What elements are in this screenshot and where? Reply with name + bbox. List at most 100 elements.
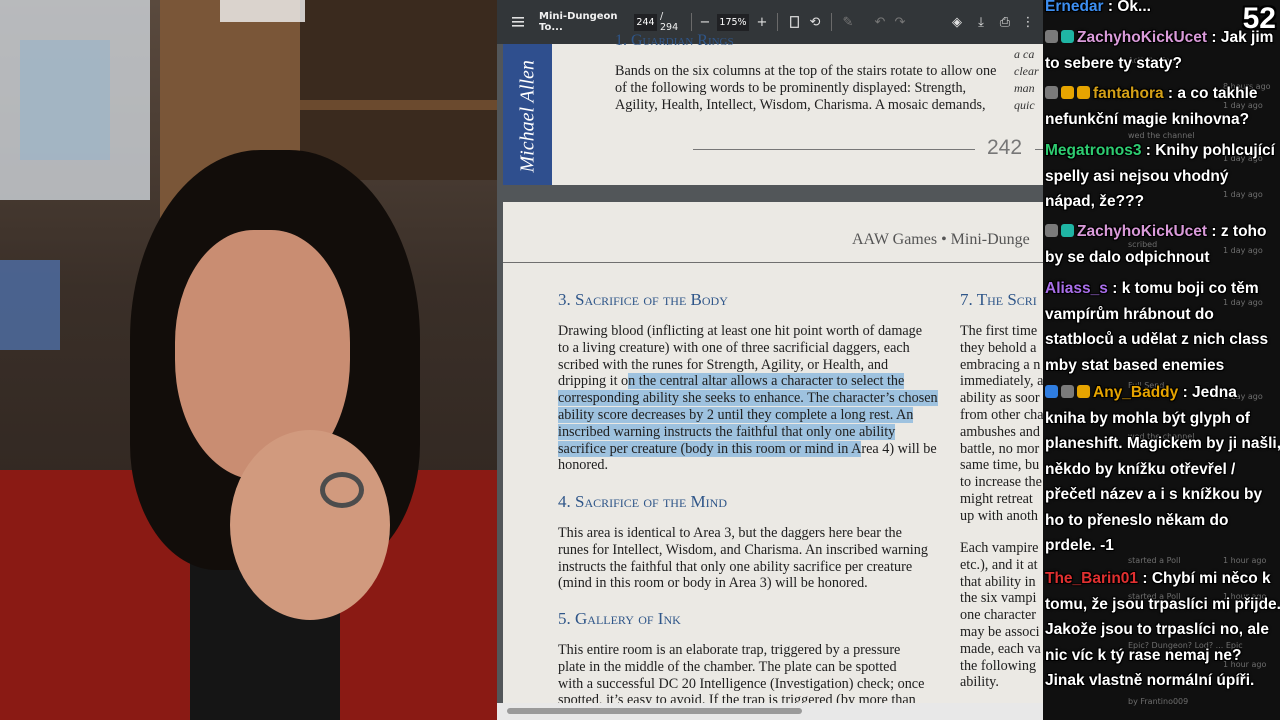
text-line: scribed with the runes for Strength, Agi… [558,357,948,374]
rotate-icon[interactable]: ⟲ [807,0,823,44]
section-1-text: Bands on the six columns at the top of t… [615,63,997,113]
webcam-feed [0,0,497,720]
shelf-board [300,100,497,110]
section-heading-7: 7. The Scri [960,290,1037,309]
page-number-input[interactable]: 244 [634,14,657,31]
text-line: etc.), and it at [960,556,1038,573]
author-band: Michael Allen [503,44,552,185]
chat-username[interactable]: The_Barin01 [1045,570,1138,587]
more-icon[interactable]: ⋮ [1021,0,1035,44]
pdf-page-242: Michael Allen 1. Guardian Rings Bands on… [503,32,1043,185]
chat-message: ZachyhoKickUcet : Jak jim to sebere ty s… [1045,25,1280,76]
running-header: AAW Games • Mini-Dunge [852,231,1030,248]
text-line: ambushes and [960,423,1040,440]
page-number: 242 [987,136,1023,159]
pdf-viewer: Mini-Dungeon To... 244 / 294 − 175% + ⟲ … [497,0,1043,720]
text-line: runes for Intellect, Wisdom, and Charism… [558,541,928,558]
chat-message: Ernedar : Ok... [1045,0,1280,20]
chat-message: ZachyhoKickUcet : z toho by se dalo odpi… [1045,219,1280,270]
sidebar-icon[interactable]: ◈ [949,0,965,44]
selected-text[interactable]: sacrifice per creature (body in this roo… [558,440,862,457]
section-heading-3: 3. Sacrifice of the Body [558,290,728,309]
right-column-fragment: a ca clear man quic [1014,47,1039,112]
footer-rule [693,149,975,150]
chat-username[interactable]: Aliass_s [1045,280,1108,297]
text-line: up with anoth [960,507,1039,524]
menu-icon[interactable] [509,0,527,44]
chat-username[interactable]: Ernedar [1045,0,1104,15]
chat-username[interactable]: ZachyhoKickUcet [1077,223,1207,240]
wall-figure [0,260,60,350]
text-line: This area is identical to Area 3, but th… [558,525,902,541]
horizontal-scrollbar[interactable] [497,703,1043,720]
text-line: one character [960,607,1037,624]
section-heading-1: 1. Guardian Rings [615,32,734,49]
redo-icon[interactable]: ↷ [893,0,907,44]
chat-username[interactable]: Megatronos3 [1045,142,1141,159]
text-line: ability as soor [960,390,1040,407]
text-span: Drawing blood (inflicting at least one h… [558,323,923,339]
text-line: the following [960,657,1037,674]
zoom-in-icon[interactable]: + [755,0,769,44]
text-line: ability. [960,674,999,691]
text-line: sacrifice per creature (body in this roo… [558,440,948,458]
selected-text[interactable]: inscribed warning instructs the faithful… [558,423,896,440]
text-span: to a living creature) with one of three … [558,339,910,356]
chat-username[interactable]: Any_Baddy [1093,384,1178,401]
text-line: to a living creature) with one of three … [558,340,948,357]
badge-icon [1061,224,1074,237]
text-line: The first time [960,323,1038,339]
section-4-text: This area is identical to Area 3, but th… [558,525,948,592]
text-line: may be associ [960,623,1040,640]
section-7-text: The first time they behold a embracing a n… [960,323,1043,525]
chat-text: : Ok... [1103,0,1151,15]
badge-icon [1045,385,1058,398]
text-line: immediately, a [960,373,1043,390]
text-line: plate in the middle of the chamber. The … [558,658,897,675]
section-heading-4: 4. Sacrifice of the Mind [558,492,727,511]
section-5-text: This entire room is an elaborate trap, t… [558,642,948,709]
download-icon[interactable]: ⤓ [973,0,989,44]
text-line: to increase the [960,474,1042,491]
text-line: the six vampi [960,590,1037,607]
text-line: Drawing blood (inflicting at least one h… [558,323,948,340]
zoom-input[interactable]: 175% [717,14,749,31]
text-line: made, each va [960,640,1041,657]
wall-poster-art [20,40,110,160]
chat-message: Aliass_s : k tomu boji co těm vampírům h… [1045,276,1280,378]
text-line: might retreat [960,490,1033,507]
selected-text[interactable]: ability score decreases by 2 until they … [558,406,914,423]
activity-feed-entry: by Frantino009 [1128,697,1189,706]
bookshelf [300,0,497,180]
pdf-page-244: AAW Games • Mini-Dunge 3. Sacrifice of t… [503,202,1043,720]
pdf-toolbar: Mini-Dungeon To... 244 / 294 − 175% + ⟲ … [497,0,1043,44]
text-line: corresponding ability she seeks to enhan… [558,390,948,407]
chat-username[interactable]: fantahora [1093,85,1164,102]
section-heading-5: 5. Gallery of Ink [558,609,681,628]
badge-icon [1061,86,1074,99]
fit-page-icon[interactable] [787,0,801,44]
print-icon[interactable]: ⎙ [997,0,1013,44]
chat-text: : Jedna kniha by mohla být glyph of plan… [1045,384,1280,554]
document-title: Mini-Dungeon To... [539,11,618,33]
text-line: from other cha [960,406,1043,423]
chat-message: Megatronos3 : Knihy pohlcující spelly as… [1045,138,1280,215]
selected-text[interactable]: corresponding ability she seeks to enhan… [558,390,938,407]
chat-text: : Chybí mi něco k tomu, že jsou trpaslíc… [1045,570,1280,689]
text-line: dripping it on the central altar allows … [558,373,948,390]
text-line: inscribed warning instructs the faithful… [558,423,948,441]
scrollbar-thumb[interactable] [507,708,802,714]
text-line: honored. [558,457,948,474]
author-name: Michael Allen [516,60,539,173]
draw-icon[interactable]: ✎ [841,0,855,44]
badge-icon [1061,30,1074,43]
text-line: with a successful DC 20 Intelligence (In… [558,675,925,692]
badge-icon [1045,224,1058,237]
text-line: instructs the faithful that only one abi… [558,558,913,575]
chat-username[interactable]: ZachyhoKickUcet [1077,29,1207,46]
badge-icon [1061,385,1074,398]
text-line: same time, bu [960,457,1040,474]
selected-text[interactable]: n the central altar allows a character t… [628,373,905,390]
undo-icon[interactable]: ↶ [873,0,887,44]
text-span: honored. [558,457,609,474]
